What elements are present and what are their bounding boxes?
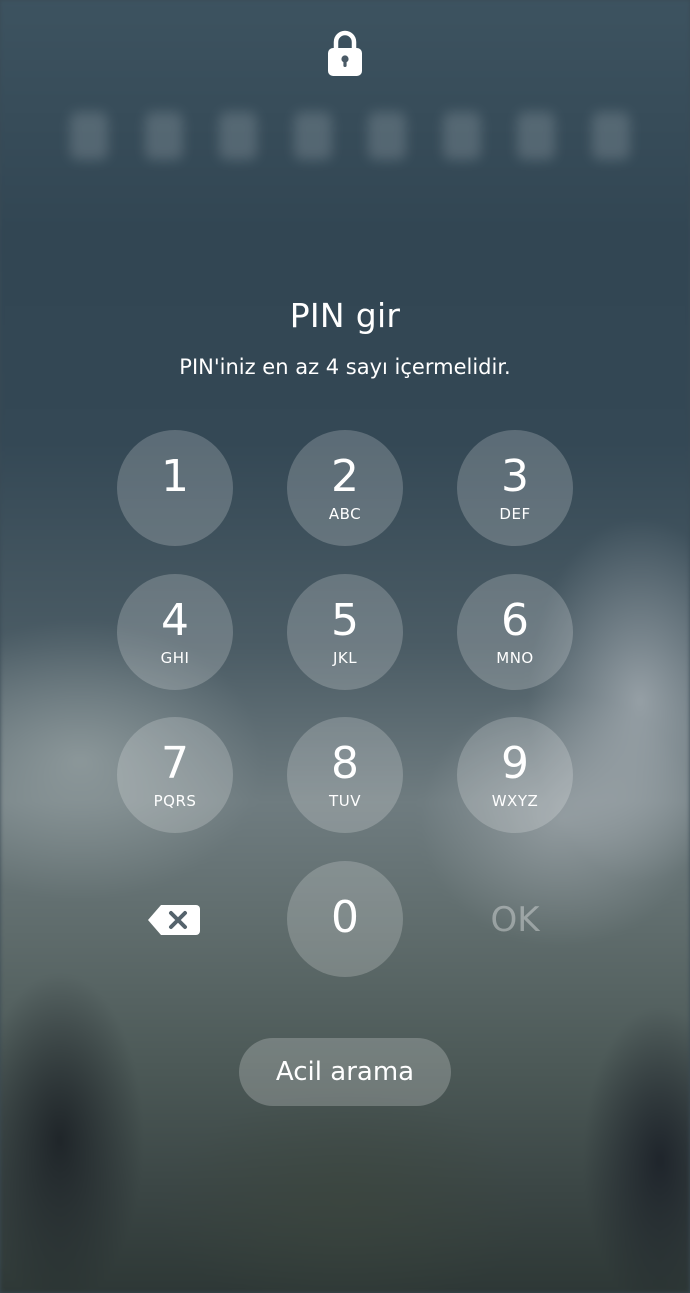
key-digit: 0 (331, 892, 359, 943)
key-2[interactable]: 2 ABC (287, 430, 403, 546)
key-digit: 3 (501, 451, 529, 502)
emergency-call-button[interactable]: Acil arama (239, 1038, 451, 1106)
key-4[interactable]: 4 GHI (117, 574, 233, 690)
key-letters: WXYZ (491, 792, 539, 810)
wallpaper-blur-detail (70, 112, 630, 182)
ok-button[interactable]: OK (457, 898, 573, 942)
key-digit: 2 (331, 451, 359, 502)
key-letters: PQRS (153, 792, 197, 810)
lock-screen: PIN gir PIN'iniz en az 4 sayı içermelidi… (0, 0, 690, 1293)
key-1[interactable]: 1 (117, 430, 233, 546)
key-digit: 8 (331, 738, 359, 789)
key-digit: 9 (501, 738, 529, 789)
key-digit: 6 (501, 595, 529, 646)
key-9[interactable]: 9 WXYZ (457, 717, 573, 833)
key-letters: JKL (332, 649, 358, 667)
key-letters: TUV (329, 792, 361, 810)
key-8[interactable]: 8 TUV (287, 717, 403, 833)
key-3[interactable]: 3 DEF (457, 430, 573, 546)
key-digit: 4 (161, 595, 189, 646)
key-digit: 5 (331, 595, 359, 646)
key-6[interactable]: 6 MNO (457, 574, 573, 690)
key-digit: 1 (161, 451, 189, 502)
key-7[interactable]: 7 PQRS (117, 717, 233, 833)
key-digit: 7 (161, 738, 189, 789)
key-0[interactable]: 0 (287, 861, 403, 977)
key-letters: DEF (499, 505, 531, 523)
key-5[interactable]: 5 JKL (287, 574, 403, 690)
backspace-icon[interactable] (147, 903, 201, 937)
pin-hint: PIN'iniz en az 4 sayı içermelidir. (179, 355, 511, 379)
key-letters: GHI (160, 649, 190, 667)
lock-icon (328, 30, 362, 76)
page-title: PIN gir (289, 296, 401, 335)
key-letters: ABC (328, 505, 362, 523)
key-letters: MNO (496, 649, 534, 667)
